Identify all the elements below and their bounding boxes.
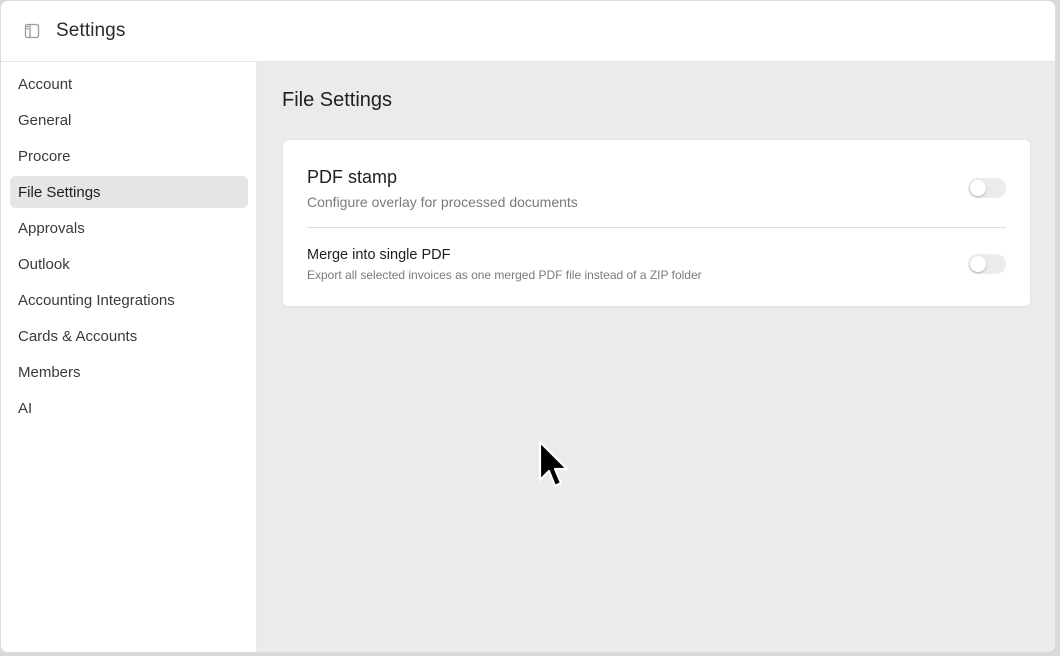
sidebar-item-outlook[interactable]: Outlook — [10, 248, 248, 280]
merge-pdf-toggle[interactable] — [968, 254, 1006, 274]
toggle-knob — [970, 256, 986, 272]
sidebar-item-file-settings[interactable]: File Settings — [10, 176, 248, 208]
toggle-knob — [970, 180, 986, 196]
sidebar-item-approvals[interactable]: Approvals — [10, 212, 248, 244]
pdf-stamp-toggle[interactable] — [968, 178, 1006, 198]
sidebar-item-procore[interactable]: Procore — [10, 140, 248, 172]
sidebar-item-members[interactable]: Members — [10, 356, 248, 388]
sidebar-nav: Account General Procore File Settings Ap… — [1, 62, 257, 652]
setting-title: Merge into single PDF — [307, 247, 451, 263]
sidebar-item-cards-accounts[interactable]: Cards & Accounts — [10, 320, 248, 352]
main-content: File Settings PDF stamp Configure overla… — [257, 62, 1055, 652]
settings-window: Settings Account General Procore File Se… — [0, 0, 1056, 653]
header: Settings — [1, 1, 1055, 62]
settings-card: PDF stamp Configure overlay for processe… — [282, 139, 1031, 307]
setting-title: PDF stamp — [307, 167, 398, 187]
page-title: File Settings — [282, 89, 393, 111]
sidebar-toggle-icon[interactable] — [23, 22, 41, 40]
sidebar-item-ai[interactable]: AI — [10, 392, 248, 424]
sidebar-item-general[interactable]: General — [10, 104, 248, 136]
setting-row-pdf-stamp: PDF stamp Configure overlay for processe… — [307, 140, 1006, 228]
app-title: Settings — [56, 20, 126, 41]
sidebar-item-accounting-integrations[interactable]: Accounting Integrations — [10, 284, 248, 316]
sidebar-item-account[interactable]: Account — [10, 68, 248, 100]
setting-row-merge-pdf: Merge into single PDF Export all selecte… — [307, 228, 1006, 308]
setting-description: Export all selected invoices as one merg… — [307, 268, 702, 282]
setting-description: Configure overlay for processed document… — [307, 194, 578, 210]
